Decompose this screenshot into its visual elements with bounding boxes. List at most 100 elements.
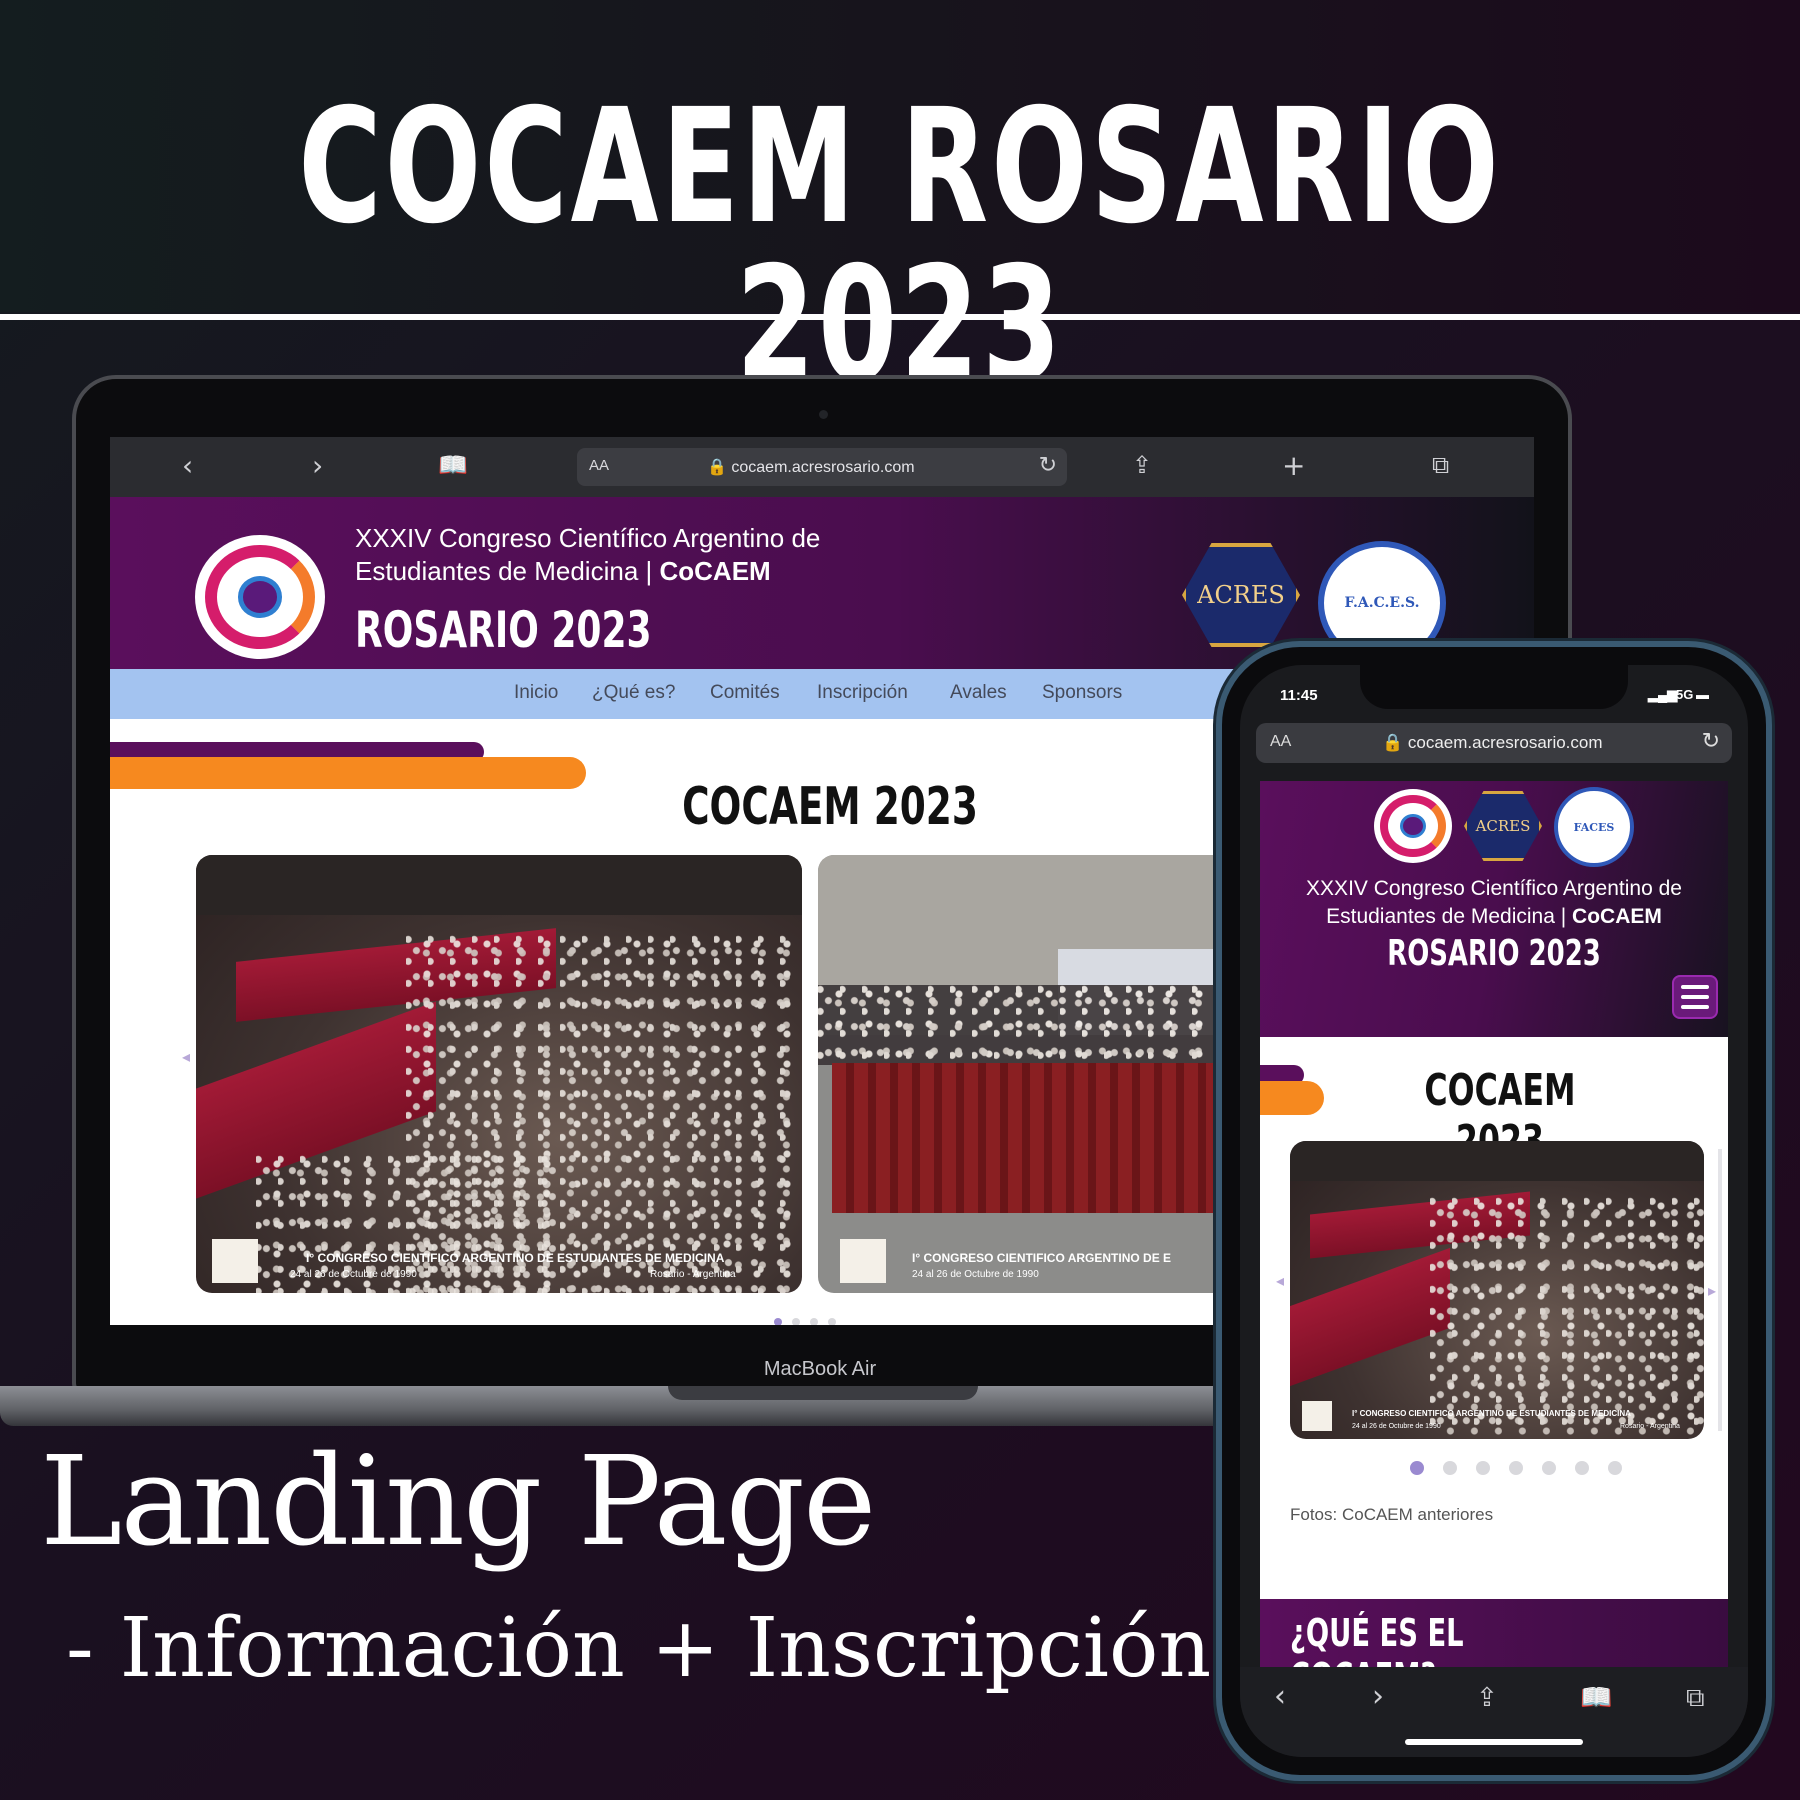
url-text[interactable]: 🔒 cocaem.acresrosario.com bbox=[1382, 733, 1603, 753]
carousel-prev-icon[interactable]: ◂ bbox=[1276, 1271, 1284, 1290]
carousel-photo[interactable]: I° CONGRESO CIENTIFICO ARGENTINO DE ESTU… bbox=[1290, 1141, 1704, 1439]
laptop-hinge-notch bbox=[668, 1386, 978, 1400]
faces-logo-text: FACES bbox=[1573, 820, 1615, 834]
faces-logo[interactable]: FACES bbox=[1554, 787, 1634, 867]
photo-caption-place: Rosario - Argentina bbox=[1620, 1423, 1680, 1430]
battery-icon: ▬ bbox=[1696, 687, 1709, 702]
acres-logo-text: ACRES bbox=[1197, 581, 1285, 609]
carousel-dots bbox=[774, 1313, 836, 1325]
chevron-right-icon[interactable]: › bbox=[1372, 1679, 1384, 1714]
carousel-dots bbox=[1410, 1461, 1641, 1480]
photo-wall bbox=[1290, 1141, 1704, 1181]
section-title: COCAEM 2023 bbox=[682, 777, 978, 837]
photo-caption-date: 24 al 26 de Octubre de 1990 bbox=[912, 1269, 1039, 1280]
photo-wall bbox=[196, 855, 802, 915]
menu-line bbox=[1681, 985, 1709, 989]
photo-caption-title: I° CONGRESO CIENTIFICO ARGENTINO DE E bbox=[912, 1251, 1172, 1265]
carousel-dot[interactable] bbox=[1476, 1461, 1490, 1475]
tabs-icon[interactable]: ⧉ bbox=[1686, 1683, 1705, 1714]
photo-stage-side bbox=[1290, 1247, 1450, 1387]
next-photo-edge bbox=[1718, 1149, 1722, 1431]
carousel-dot[interactable] bbox=[1575, 1461, 1589, 1475]
city-year: ROSARIO 2023 bbox=[1387, 933, 1601, 974]
chevron-left-icon[interactable]: ‹ bbox=[182, 449, 193, 482]
landing-page-subtitle: - Información + Inscripción bbox=[66, 1601, 1212, 1696]
text-size-button[interactable]: AA bbox=[589, 457, 609, 474]
carousel-dot[interactable] bbox=[1410, 1461, 1424, 1475]
poster-header: COCAEM ROSARIO 2023 bbox=[0, 0, 1800, 404]
nav-item-que-es[interactable]: ¿Qué es? bbox=[592, 682, 675, 704]
congress-logo-badge bbox=[212, 1239, 258, 1283]
congress-name-line2-text: Estudiantes de Medicina | bbox=[1326, 905, 1573, 928]
landing-page-title: Landing Page bbox=[40, 1430, 876, 1574]
home-indicator bbox=[1405, 1739, 1583, 1745]
carousel-photo-1[interactable]: I° CONGRESO CIENTIFICO ARGENTINO DE ESTU… bbox=[196, 855, 802, 1293]
hamburger-menu-button[interactable] bbox=[1672, 975, 1718, 1019]
acres-logo-text: ACRES bbox=[1475, 817, 1531, 835]
city-year: ROSARIO 2023 bbox=[355, 601, 652, 659]
next-section-title: ¿QUÉ ES EL COCAEM? bbox=[1290, 1611, 1464, 1667]
carousel-dot[interactable] bbox=[1608, 1461, 1622, 1475]
acres-logo[interactable]: ACRES bbox=[1182, 543, 1300, 647]
photo-credit: Fotos: CoCAEM anteriores bbox=[1290, 1505, 1494, 1524]
bookmarks-icon[interactable]: 📖 bbox=[438, 451, 468, 479]
bookmarks-icon[interactable]: 📖 bbox=[1580, 1683, 1612, 1713]
share-icon[interactable]: ⇪ bbox=[1132, 451, 1152, 479]
nav-item-sponsors[interactable]: Sponsors bbox=[1042, 682, 1122, 704]
phone-site-header: ACRES FACES XXXIV Congreso Científico Ar… bbox=[1260, 781, 1728, 1037]
cocaem-logo-core bbox=[1400, 814, 1426, 838]
photo-crowd bbox=[1430, 1197, 1704, 1439]
tabs-icon[interactable]: ⧉ bbox=[1432, 451, 1449, 479]
nav-item-inscripcion[interactable]: Inscripción bbox=[817, 682, 908, 704]
status-time: 11:45 bbox=[1280, 687, 1318, 704]
header-divider bbox=[0, 314, 1800, 320]
menu-line bbox=[1681, 1005, 1709, 1009]
cocaem-logo-ring bbox=[205, 544, 315, 650]
phone-screen: 11:45 ▂▄▆ 5G ▬ AA 🔒 cocaem.acresrosario.… bbox=[1240, 665, 1748, 1757]
desktop-address-bar[interactable]: AA 🔒 cocaem.acresrosario.com ↻ bbox=[577, 448, 1067, 486]
carousel-dot[interactable] bbox=[792, 1318, 800, 1325]
network-label: 5G bbox=[1676, 687, 1694, 702]
cocaem-logo[interactable] bbox=[195, 535, 325, 659]
reload-icon[interactable]: ↻ bbox=[1039, 453, 1057, 478]
nav-item-inicio[interactable]: Inicio bbox=[514, 682, 558, 704]
cocaem-logo-ring bbox=[1380, 794, 1446, 858]
congress-name-line1: XXXIV Congreso Científico Argentino de bbox=[355, 523, 821, 553]
plus-icon[interactable]: + bbox=[1282, 449, 1305, 482]
share-icon[interactable]: ⇪ bbox=[1476, 1683, 1498, 1713]
carousel-dot[interactable] bbox=[810, 1318, 818, 1325]
laptop-camera bbox=[819, 410, 828, 419]
congress-name-line2: Estudiantes de Medicina | CoCAEM bbox=[355, 556, 771, 587]
cocaem-logo[interactable] bbox=[1374, 789, 1452, 863]
carousel-next-icon[interactable]: ▸ bbox=[1708, 1281, 1716, 1300]
menu-line bbox=[1681, 995, 1709, 999]
carousel-dot[interactable] bbox=[774, 1318, 782, 1325]
laptop-brand-label: MacBook Air bbox=[763, 1358, 877, 1380]
nav-item-avales[interactable]: Avales bbox=[950, 682, 1007, 704]
cocaem-logo-core bbox=[237, 576, 283, 618]
carousel-dot[interactable] bbox=[1443, 1461, 1457, 1475]
phone-notch bbox=[1360, 665, 1628, 709]
congress-name-line1: XXXIV Congreso Científico Argentino de bbox=[1306, 877, 1682, 900]
decorative-stripe-orange bbox=[1260, 1081, 1324, 1115]
reload-icon[interactable]: ↻ bbox=[1702, 729, 1720, 754]
signal-icon: ▂▄▆ bbox=[1648, 687, 1678, 702]
nav-item-comites[interactable]: Comités bbox=[710, 682, 780, 704]
decorative-stripe-orange bbox=[110, 757, 586, 789]
phone-address-bar[interactable]: AA 🔒 cocaem.acresrosario.com ↻ bbox=[1256, 723, 1732, 763]
congress-brand: CoCAEM bbox=[1572, 905, 1662, 928]
carousel-dot[interactable] bbox=[1509, 1461, 1523, 1475]
chevron-right-icon[interactable]: › bbox=[312, 449, 323, 482]
text-size-button[interactable]: AA bbox=[1270, 733, 1291, 751]
carousel-dot[interactable] bbox=[828, 1318, 836, 1325]
desktop-browser-toolbar: ‹ › 📖 AA 🔒 cocaem.acresrosario.com ↻ ⇪ +… bbox=[110, 437, 1534, 497]
url-text[interactable]: 🔒 cocaem.acresrosario.com bbox=[707, 457, 915, 477]
congress-brand: CoCAEM bbox=[659, 556, 771, 586]
acres-logo[interactable]: ACRES bbox=[1464, 791, 1542, 861]
chevron-left-icon[interactable]: ‹ bbox=[1274, 1679, 1286, 1714]
photo-caption-place: Rosario - Argentina bbox=[650, 1269, 736, 1280]
congress-name-line2: Estudiantes de Medicina | CoCAEM bbox=[1260, 905, 1728, 929]
photo-caption-title: I° CONGRESO CIENTIFICO ARGENTINO DE ESTU… bbox=[1352, 1409, 1631, 1418]
carousel-prev-icon[interactable]: ◂ bbox=[182, 1047, 190, 1066]
carousel-dot[interactable] bbox=[1542, 1461, 1556, 1475]
